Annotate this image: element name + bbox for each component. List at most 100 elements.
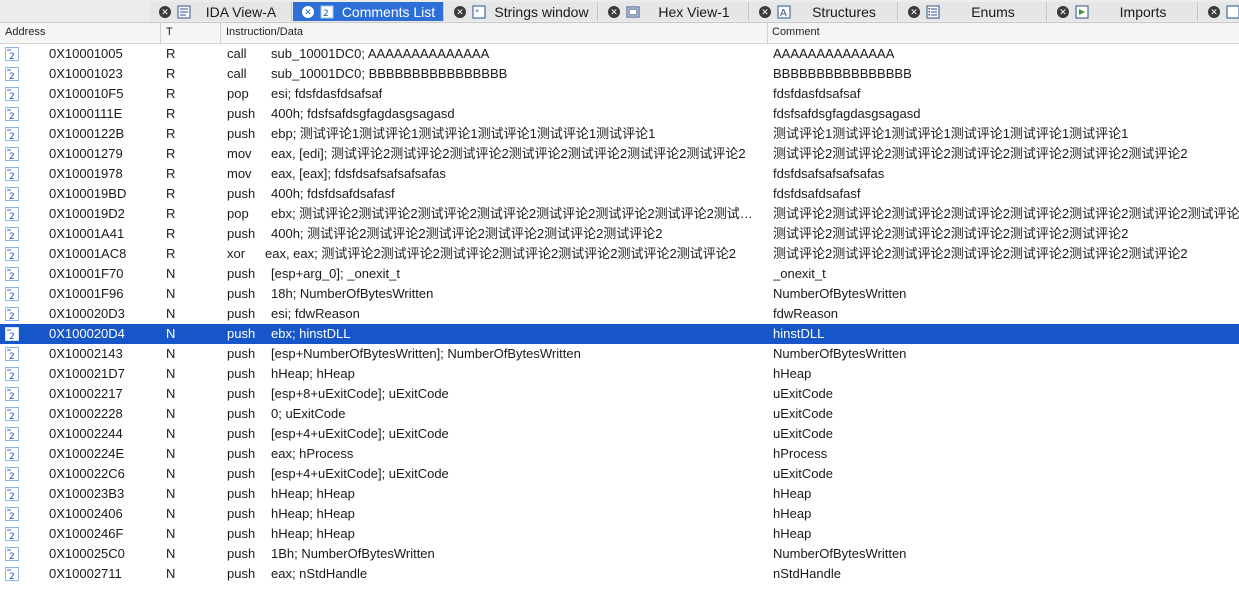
row-comment: _onexit_t — [773, 266, 826, 281]
column-header-comment[interactable]: Comment — [772, 26, 820, 38]
row-address: 0X1000224E — [49, 446, 125, 461]
table-row[interactable]: 2 0X10001AC8 Rxor eax, eax; 测试评论2测试评论2测试评论2… — [0, 244, 1239, 264]
tab-structures[interactable]: ✕ A Structures — [750, 2, 898, 21]
tab-comments-list[interactable]: ✕ 2 Comments List — [293, 2, 444, 21]
row-address: 0X100020D3 — [49, 306, 125, 321]
close-icon[interactable]: ✕ — [759, 5, 771, 18]
row-address: 0X10002217 — [49, 386, 123, 401]
column-header-type[interactable]: T — [166, 26, 173, 38]
table-row[interactable]: 2 0X10002711 Npush eax; nStdHandle nStdHandl… — [0, 564, 1239, 584]
row-address: 0X100019BD — [49, 186, 127, 201]
comment-item-icon: 2 — [5, 307, 19, 322]
table-row[interactable]: 2 0X10002217 Npush [esp+8+uExitCode]; uExit… — [0, 384, 1239, 404]
tab-label: Imports — [1119, 3, 1167, 20]
table-row[interactable]: 2 0X100019D2 Rpop ebx; 测试评论2测试评论2测试评论2测试评论2… — [0, 204, 1239, 224]
row-operand: [esp+NumberOfBytesWritten]; NumberOfByte… — [271, 346, 581, 361]
table-row[interactable]: 2 0X100019BD Rpush 400h; fdsfdsafdsafasf fds… — [0, 184, 1239, 204]
row-type: N — [166, 446, 176, 461]
close-icon[interactable]: ✕ — [302, 5, 314, 18]
tab-overflow[interactable]: ✕ — [1199, 2, 1239, 21]
row-address: 0X100019D2 — [49, 206, 125, 221]
table-row[interactable]: 2 0X10002406 Npush hHeap; hHeap hHeap — [0, 504, 1239, 524]
table-row[interactable]: 2 0X100020D4 Npush ebx; hinstDLL hinstDLL — [0, 324, 1239, 344]
table-row[interactable]: 2 0X1000224E Npush eax; hProcess hProcess — [0, 444, 1239, 464]
tab-enums[interactable]: ✕ Enums — [899, 2, 1047, 21]
comment-item-icon: 2 — [5, 107, 19, 122]
table-row[interactable]: 2 0X10001978 Rmov eax, [eax]; fdsfdsafsafsa… — [0, 164, 1239, 184]
table-row[interactable]: 2 0X100010F5 Rpop esi; fdsfdasfdsafsaf fdsfd… — [0, 84, 1239, 104]
column-divider[interactable] — [220, 23, 221, 43]
close-icon[interactable]: ✕ — [159, 5, 171, 18]
table-row[interactable]: 2 0X100022C6 Npush [esp+4+uExitCode]; uExit… — [0, 464, 1239, 484]
row-operand: [esp+4+uExitCode]; uExitCode — [271, 466, 449, 481]
table-row[interactable]: 2 0X100025C0 Npush 1Bh; NumberOfBytesWritte… — [0, 544, 1239, 564]
row-mnemonic: push — [227, 406, 256, 421]
tab-hex-view-1[interactable]: ✕ Hex View-1 — [599, 2, 749, 21]
table-row[interactable]: 2 0X10001F70 Npush [esp+arg_0]; _onexit_t _o… — [0, 264, 1239, 284]
table-row[interactable]: 2 0X10001F96 Npush 18h; NumberOfBytesWritte… — [0, 284, 1239, 304]
table-row[interactable]: 2 0X1000246F Npush hHeap; hHeap hHeap — [0, 524, 1239, 544]
row-type: N — [166, 306, 176, 321]
row-address: 0X100021D7 — [49, 366, 125, 381]
tab-imports[interactable]: ✕ Imports — [1048, 2, 1198, 21]
table-header: Address T Instruction/Data Comment — [0, 23, 1239, 44]
comment-item-icon: 2 — [5, 147, 19, 162]
table-row[interactable]: 2 0X10002143 Npush [esp+NumberOfBytesWritte… — [0, 344, 1239, 364]
comments-list-icon: 2 — [320, 5, 334, 19]
close-icon[interactable]: ✕ — [454, 5, 466, 18]
row-comment: fdsfdasfdsafsaf — [773, 86, 861, 101]
tab-ida-view-a[interactable]: ✕ IDA View-A — [150, 2, 292, 21]
svg-text:2: 2 — [9, 372, 15, 381]
row-address: 0X100025C0 — [49, 546, 125, 561]
close-icon[interactable]: ✕ — [1057, 5, 1069, 18]
table-row[interactable]: 2 0X10001279 Rmov eax, [edi]; 测试评论2测试评论2测试评… — [0, 144, 1239, 164]
row-address: 0X10001F70 — [49, 266, 124, 281]
table-row[interactable]: 2 0X100021D7 Npush hHeap; hHeap hHeap — [0, 364, 1239, 384]
column-divider[interactable] — [160, 23, 161, 43]
row-operand: [esp+4+uExitCode]; uExitCode — [271, 426, 449, 441]
row-comment: hHeap — [773, 526, 812, 541]
table-row[interactable]: 2 0X100023B3 Npush hHeap; hHeap hHeap — [0, 484, 1239, 504]
row-type: R — [166, 206, 176, 221]
table-row[interactable]: 2 0X1000111E Rpush 400h; fdsfsafdsgfagdasgs… — [0, 104, 1239, 124]
row-mnemonic: push — [227, 106, 256, 121]
comment-item-icon: 2 — [5, 187, 19, 202]
row-comment: hHeap — [773, 506, 812, 521]
table-row[interactable]: 2 0X10002244 Npush [esp+4+uExitCode]; uExit… — [0, 424, 1239, 444]
tab-strings-window[interactable]: ✕ " Strings window — [445, 2, 598, 21]
row-operand: esi; fdsfdasfdsafsaf — [271, 86, 383, 101]
row-type: N — [166, 366, 176, 381]
close-icon[interactable]: ✕ — [908, 5, 920, 18]
svg-text:": " — [475, 9, 479, 19]
row-comment: hinstDLL — [773, 326, 825, 341]
close-icon[interactable]: ✕ — [608, 5, 620, 18]
row-comment: NumberOfBytesWritten — [773, 346, 907, 361]
column-header-instruction[interactable]: Instruction/Data — [226, 26, 303, 38]
column-header-address[interactable]: Address — [5, 26, 45, 38]
row-comment: 测试评论1测试评论1测试评论1测试评论1测试评论1测试评论1 — [773, 126, 1129, 141]
table-row[interactable]: 2 0X10001023 Rcall sub_10001DC0; BBBBBBBBBB… — [0, 64, 1239, 84]
column-divider[interactable] — [767, 23, 768, 43]
row-type: R — [166, 126, 176, 141]
table-row[interactable]: 2 0X10001A41 Rpush 400h; 测试评论2测试评论2测试评论2测试评… — [0, 224, 1239, 244]
row-type: N — [166, 406, 176, 421]
comment-item-icon: 2 — [5, 247, 19, 262]
row-operand: 1Bh; NumberOfBytesWritten — [271, 546, 435, 561]
comment-item-icon: 2 — [5, 287, 19, 302]
row-mnemonic: push — [227, 266, 256, 281]
comment-item-icon: 2 — [5, 407, 19, 422]
table-row[interactable]: 2 0X1000122B Rpush ebp; 测试评论1测试评论1测试评论1测试评论… — [0, 124, 1239, 144]
svg-text:2: 2 — [9, 312, 15, 321]
table-row[interactable]: 2 0X10002228 Npush 0; uExitCode uExitCode — [0, 404, 1239, 424]
close-icon[interactable]: ✕ — [1208, 5, 1220, 18]
row-comment: hHeap — [773, 366, 812, 381]
row-mnemonic: mov — [227, 166, 252, 181]
table-row[interactable]: 2 0X10001005 Rcall sub_10001DC0; AAAAAAAAAA… — [0, 44, 1239, 64]
row-mnemonic: call — [227, 46, 247, 61]
table-row[interactable]: 2 0X100020D3 Npush esi; fdwReason fdwReason — [0, 304, 1239, 324]
row-type: N — [166, 546, 176, 561]
row-mnemonic: push — [227, 506, 256, 521]
tab-label: Enums — [971, 3, 1015, 20]
row-address: 0X1000111E — [49, 106, 123, 121]
row-mnemonic: pop — [227, 206, 249, 221]
